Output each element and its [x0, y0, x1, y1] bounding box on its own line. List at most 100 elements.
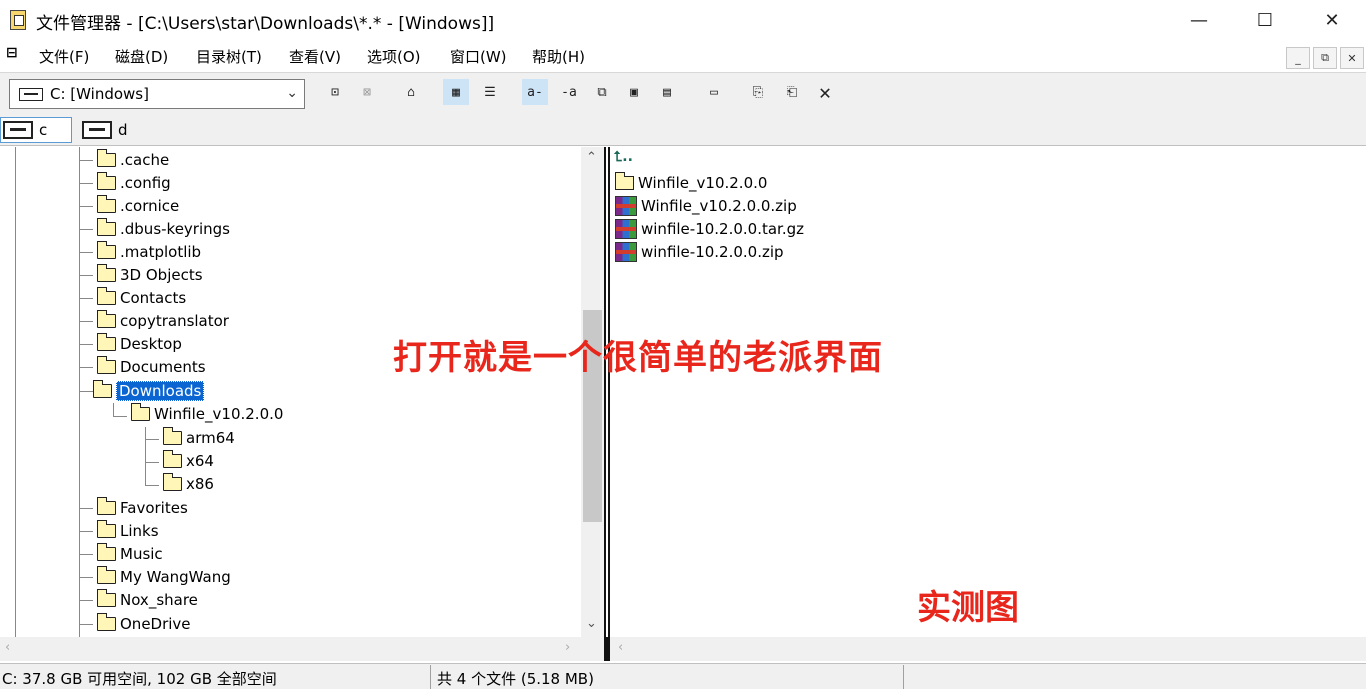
- scroll-up-icon[interactable]: ⌃: [586, 150, 597, 165]
- tree-item[interactable]: Documents: [96, 356, 206, 378]
- drive-letter: d: [118, 121, 128, 139]
- file-row[interactable]: Winfile_v10.2.0.0.zip: [615, 195, 797, 217]
- scroll-left-icon[interactable]: ‹: [618, 640, 623, 655]
- date-sort-icon[interactable]: ▣: [621, 79, 647, 105]
- drive-tab-d[interactable]: d: [80, 117, 140, 143]
- list-view-icon[interactable]: ☰: [477, 79, 503, 105]
- folder-icon: [96, 241, 116, 259]
- tree-line: [145, 427, 146, 485]
- tree-item[interactable]: 3D Objects: [96, 264, 203, 286]
- tree-item[interactable]: Favorites: [96, 497, 188, 519]
- menu-help[interactable]: 帮助(H): [532, 46, 585, 67]
- tree-line: [79, 600, 93, 601]
- tree-line: [79, 321, 93, 322]
- tree-item[interactable]: .config: [96, 172, 171, 194]
- tree-item[interactable]: Contacts: [96, 287, 186, 309]
- tree-line: [79, 160, 93, 161]
- directory-tree[interactable]: .cache .config .cornice .dbus-keyrings .…: [0, 147, 604, 661]
- scroll-left-icon[interactable]: ‹: [5, 640, 10, 655]
- file-row[interactable]: winfile-10.2.0.0.zip: [615, 241, 784, 263]
- drive-select-value: C: [Windows]: [50, 85, 149, 103]
- folder-icon: [162, 473, 182, 491]
- tree-horizontal-scrollbar[interactable]: [0, 637, 604, 661]
- tree-item[interactable]: x86: [162, 473, 214, 495]
- drive-tab-c[interactable]: c: [0, 117, 72, 143]
- cascade-icon[interactable]: ⊟: [6, 45, 26, 65]
- tree-line: [79, 531, 93, 532]
- folder-icon: [96, 310, 116, 328]
- folder-icon: [96, 566, 116, 584]
- menu-tree[interactable]: 目录树(T): [196, 46, 262, 67]
- drive-select[interactable]: C: [Windows] ⌄: [9, 79, 305, 109]
- tree-item[interactable]: Music: [96, 543, 163, 565]
- connect-network-drive-icon[interactable]: ⊡: [322, 79, 348, 105]
- menu-disk[interactable]: 磁盘(D): [115, 46, 168, 67]
- child-close-button[interactable]: ✕: [1340, 47, 1364, 69]
- child-minimize-button[interactable]: _: [1286, 47, 1310, 69]
- chevron-down-icon[interactable]: ⌄: [286, 85, 298, 101]
- tree-item[interactable]: x64: [162, 450, 214, 472]
- tree-line: [113, 416, 127, 417]
- file-row[interactable]: Winfile_v10.2.0.0: [614, 172, 767, 194]
- tree-item[interactable]: copytranslator: [96, 310, 229, 332]
- menu-file[interactable]: 文件(F): [39, 46, 89, 67]
- file-horizontal-scrollbar[interactable]: [610, 637, 1366, 661]
- folder-icon: [96, 589, 116, 607]
- tree-item[interactable]: Winfile_v10.2.0.0: [130, 403, 283, 425]
- folder-icon: [96, 613, 116, 631]
- large-icons-view-icon[interactable]: ▦: [443, 79, 469, 105]
- status-divider: [430, 665, 431, 689]
- tree-item[interactable]: .cornice: [96, 195, 179, 217]
- child-restore-button[interactable]: ⧉: [1313, 47, 1337, 69]
- tree-line: [79, 391, 93, 392]
- tree-line: [79, 183, 93, 184]
- size-sort-icon[interactable]: ▤: [654, 79, 680, 105]
- drive-bar: [0, 116, 1366, 146]
- folder-icon: [96, 149, 116, 167]
- delete-icon[interactable]: ✕: [812, 79, 838, 105]
- folder-icon: [96, 497, 116, 515]
- tree-item[interactable]: Links: [96, 520, 159, 542]
- status-disk-space: C: 37.8 GB 可用空间, 102 GB 全部空间: [2, 670, 277, 688]
- window-title: 文件管理器 - [C:\Users\star\Downloads\*.* - […: [36, 14, 495, 34]
- tree-line: [79, 344, 93, 345]
- disconnect-network-drive-icon[interactable]: ⊠: [354, 79, 380, 105]
- copy-icon[interactable]: ⎘: [745, 79, 771, 105]
- scroll-right-icon[interactable]: ›: [565, 640, 570, 655]
- tree-item[interactable]: Desktop: [96, 333, 182, 355]
- parent-directory-item[interactable]: ⮤..: [614, 149, 633, 165]
- tree-item[interactable]: My WangWang: [96, 566, 231, 588]
- tree-line: [79, 298, 93, 299]
- tree-item[interactable]: OneDrive: [96, 613, 191, 635]
- close-button[interactable]: ✕: [1299, 0, 1365, 40]
- new-window-icon[interactable]: ⧉: [589, 79, 615, 105]
- folder-icon: [96, 287, 116, 305]
- tree-line: [145, 462, 159, 463]
- sort-by-name-icon[interactable]: a-: [522, 79, 548, 105]
- sort-by-type-icon[interactable]: -a: [556, 79, 582, 105]
- tree-item[interactable]: .cache: [96, 149, 169, 171]
- menu-view[interactable]: 查看(V): [289, 46, 341, 67]
- paste-icon[interactable]: ⎗: [779, 79, 805, 105]
- tree-item-selected[interactable]: Downloads: [92, 380, 205, 402]
- tree-item[interactable]: Nox_share: [96, 589, 198, 611]
- overlay-caption: 打开就是一个很简单的老派界面: [393, 338, 883, 378]
- folder-icon: [162, 450, 182, 468]
- network-icon[interactable]: ▭: [701, 79, 727, 105]
- tree-line: [79, 624, 93, 625]
- hard-drive-icon: [82, 121, 112, 139]
- menu-options[interactable]: 选项(O): [367, 46, 421, 67]
- app-icon: [10, 10, 26, 30]
- folder-icon: [614, 172, 634, 190]
- drive-letter: c: [39, 121, 48, 139]
- share-icon[interactable]: ⌂: [398, 79, 424, 105]
- file-row[interactable]: winfile-10.2.0.0.tar.gz: [615, 218, 804, 240]
- minimize-button[interactable]: —: [1166, 0, 1232, 40]
- tree-item[interactable]: .dbus-keyrings: [96, 218, 230, 240]
- menu-window[interactable]: 窗口(W): [450, 46, 507, 67]
- maximize-button[interactable]: ☐: [1232, 0, 1298, 40]
- tree-item[interactable]: arm64: [162, 427, 235, 449]
- tree-line: [79, 252, 93, 253]
- scroll-down-icon[interactable]: ⌄: [586, 616, 597, 631]
- tree-item[interactable]: .matplotlib: [96, 241, 201, 263]
